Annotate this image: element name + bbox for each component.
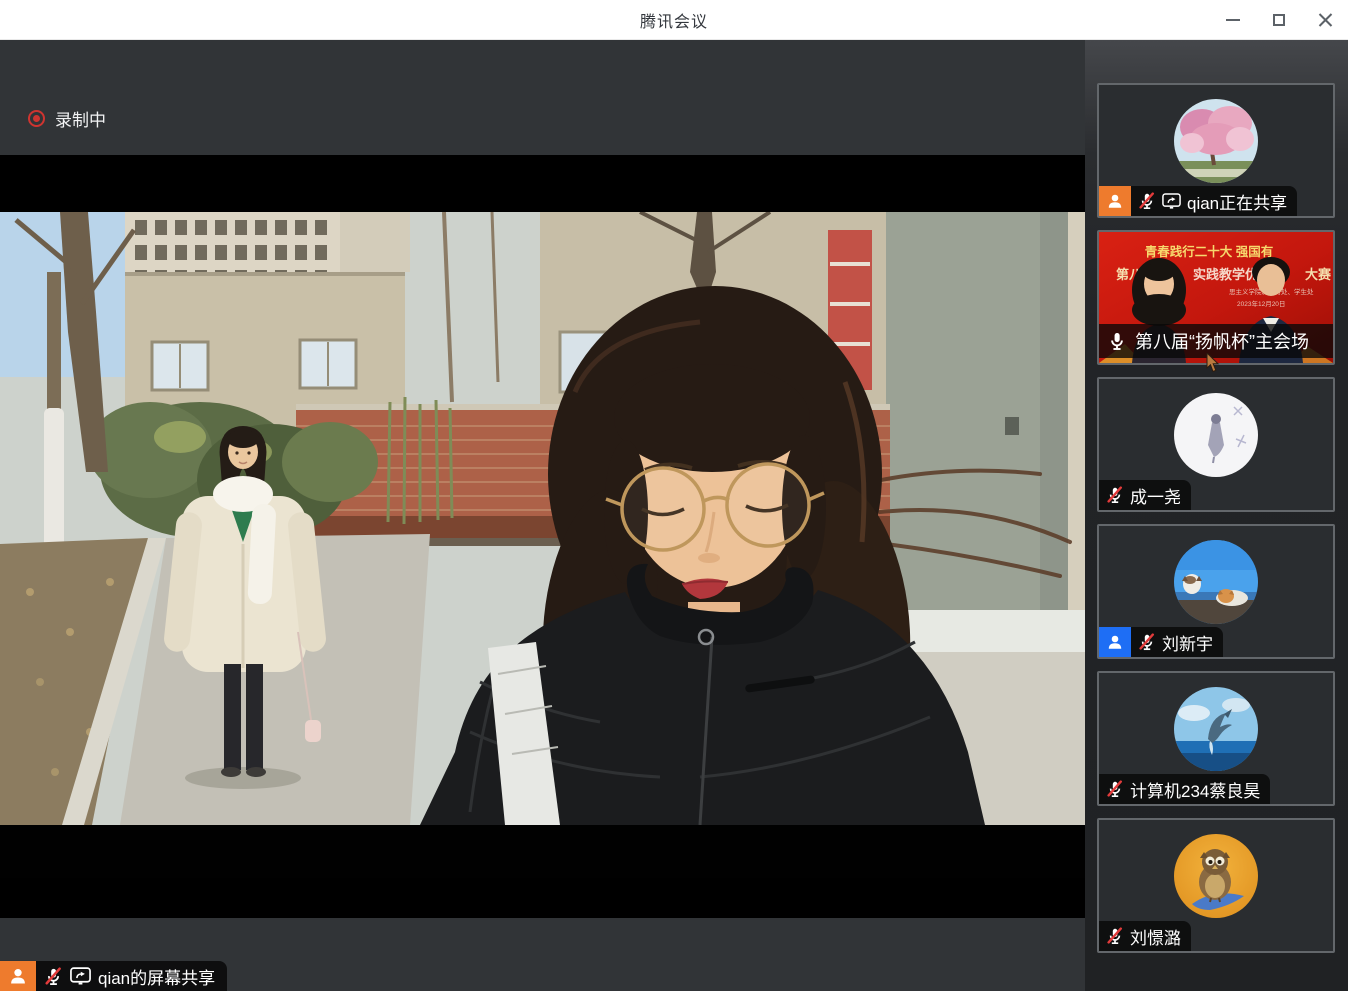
maximize-button[interactable] <box>1262 3 1296 37</box>
participant-tile-liuxinyu[interactable]: 刘新宇 <box>1097 524 1335 659</box>
mic-muted-icon <box>1106 927 1124 945</box>
minimize-button[interactable] <box>1216 3 1250 37</box>
participant-name: 成一尧 <box>1130 483 1181 508</box>
participant-name: 刘憬潞 <box>1130 924 1181 949</box>
avatar <box>1174 834 1258 918</box>
letterbox-bottom <box>0 825 1085 878</box>
shared-screen-video <box>0 155 1085 918</box>
maximize-icon <box>1273 14 1285 26</box>
participant-tile-stage[interactable]: 青春践行二十大 强国有 第八届 实践教学优 大赛 思主义学院、教务处、学生处 2… <box>1097 230 1335 365</box>
mic-muted-icon <box>1106 486 1124 504</box>
participant-tile-cailianghao[interactable]: 计算机234蔡良昊 <box>1097 671 1335 806</box>
participant-tile-liujinglu[interactable]: 刘憬潞 <box>1097 818 1335 953</box>
participant-name: qian正在共享 <box>1187 189 1287 214</box>
participants-panel: qian正在共享 青春践行二十大 强国有 第八届 实践教学优 大赛 思主义学院、… <box>1085 40 1348 991</box>
close-icon <box>1318 13 1333 28</box>
shared-video-frame <box>0 212 1085 825</box>
svg-text:青春践行二十大 强国有: 青春践行二十大 强国有 <box>1145 244 1273 259</box>
svg-text:2023年12月20日: 2023年12月20日 <box>1237 299 1285 308</box>
mic-muted-icon <box>1138 192 1156 210</box>
participant-label: 计算机234蔡良昊 <box>1099 774 1270 804</box>
participant-tile-qian[interactable]: qian正在共享 <box>1097 83 1335 218</box>
person-icon <box>1099 186 1131 216</box>
minimize-icon <box>1226 19 1240 21</box>
avatar <box>1174 393 1258 477</box>
participant-tile-chengyiyao[interactable]: 成一尧 <box>1097 377 1335 512</box>
shared-screen-label: qian的屏幕共享 <box>0 961 227 991</box>
person-icon <box>1099 627 1131 657</box>
participant-name: 第八届“扬帆杯”主会场 <box>1135 328 1309 354</box>
shared-screen-label-text: qian的屏幕共享 <box>98 964 215 989</box>
window-controls <box>1216 0 1342 40</box>
titlebar: 腾讯会议 <box>0 0 1348 40</box>
window-title: 腾讯会议 <box>0 8 1348 32</box>
avatar <box>1174 540 1258 624</box>
close-button[interactable] <box>1308 3 1342 37</box>
mic-muted-icon <box>44 967 63 986</box>
mouse-cursor-icon <box>1206 353 1220 373</box>
participant-name: 计算机234蔡良昊 <box>1130 777 1260 802</box>
participant-name: 刘新宇 <box>1162 630 1213 655</box>
svg-text:大赛: 大赛 <box>1305 267 1332 282</box>
screen-share-icon <box>70 967 91 985</box>
avatar <box>1174 99 1258 183</box>
mic-on-icon <box>1107 331 1127 351</box>
screen-share-icon <box>1162 193 1181 209</box>
svg-text:实践教学优: 实践教学优 <box>1193 267 1258 282</box>
letterbox-top <box>0 155 1085 212</box>
participant-label: 成一尧 <box>1099 480 1191 510</box>
main-stage: 录制中 <box>0 40 1085 991</box>
person-icon <box>0 961 36 991</box>
participant-label: 刘憬潞 <box>1099 921 1191 951</box>
recording-label: 录制中 <box>55 106 106 131</box>
mic-muted-icon <box>1138 633 1156 651</box>
mic-muted-icon <box>1106 780 1124 798</box>
avatar <box>1174 687 1258 771</box>
recording-indicator: 录制中 <box>28 106 106 131</box>
participant-label: 刘新宇 <box>1099 627 1223 657</box>
participant-label: qian正在共享 <box>1099 186 1297 216</box>
record-dot-icon <box>28 110 45 127</box>
tencent-meeting-window: 腾讯会议 录制中 <box>0 0 1348 991</box>
